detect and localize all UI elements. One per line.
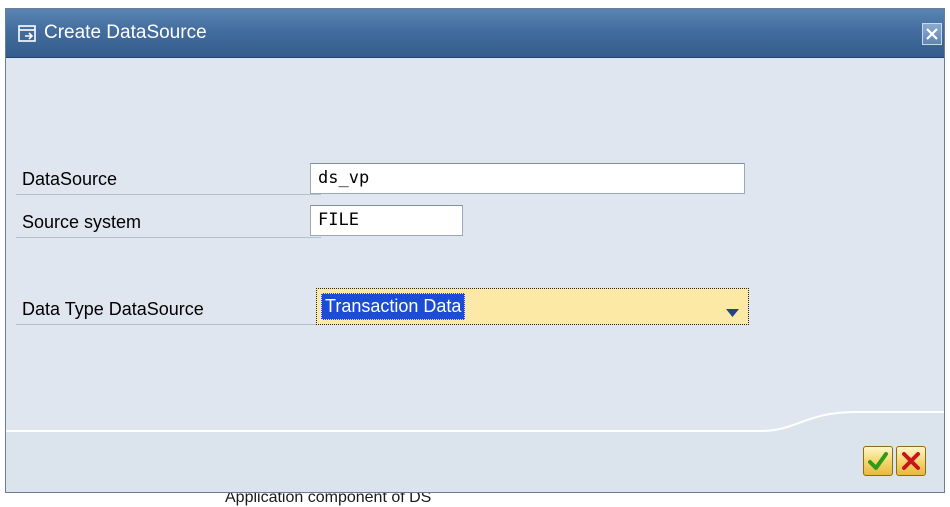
datasource-row: DataSource (16, 164, 321, 195)
data-type-dropdown[interactable]: Transaction Data (316, 288, 749, 325)
data-type-label: Data Type DataSource (22, 299, 204, 319)
footer-divider (6, 430, 944, 431)
create-datasource-dialog: Create DataSource DataSource ds_vp Sourc… (5, 8, 945, 493)
dialog-title-bar[interactable]: Create DataSource (6, 9, 944, 58)
dropdown-arrow-icon[interactable] (726, 304, 739, 322)
close-button[interactable] (922, 23, 942, 45)
data-type-row: Data Type DataSource (16, 294, 321, 325)
data-type-selected-value: Transaction Data (321, 293, 466, 320)
cancel-x-icon (902, 452, 920, 470)
checkmark-icon (868, 452, 888, 470)
source-system-label: Source system (22, 212, 142, 232)
source-system-row: Source system (16, 207, 321, 238)
cancel-button[interactable] (896, 446, 926, 476)
close-icon (926, 28, 938, 40)
datasource-input[interactable]: ds_vp (310, 163, 745, 194)
confirm-button[interactable] (863, 446, 893, 476)
source-system-input[interactable]: FILE (310, 205, 463, 236)
dialog-footer (6, 431, 944, 492)
dialog-title: Create DataSource (44, 22, 207, 43)
datasource-label: DataSource (22, 169, 118, 189)
create-document-icon (18, 25, 38, 43)
